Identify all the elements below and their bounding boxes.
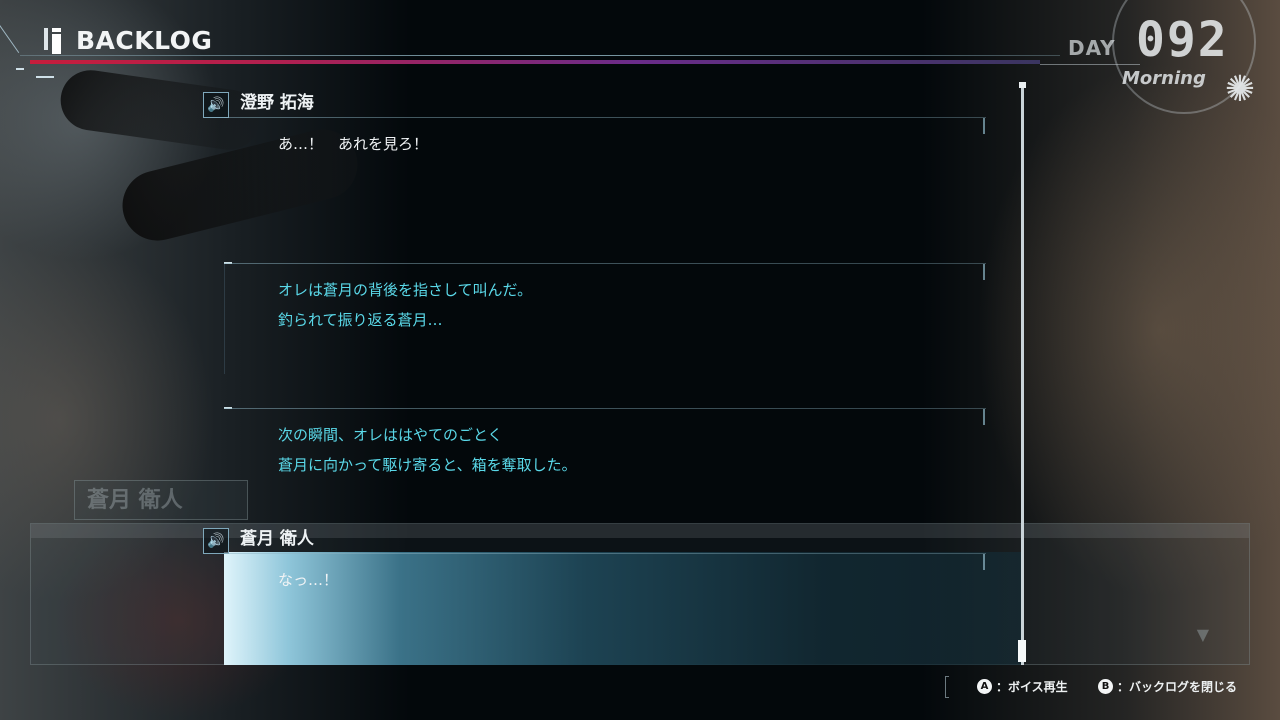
scrollbar-cap (1019, 82, 1026, 88)
entry-divider-tick (983, 409, 985, 425)
entry-divider (224, 408, 986, 409)
voice-replay-icon[interactable]: 🔊 (203, 528, 229, 554)
list-item-text[interactable]: 次の瞬間、オレははやてのごとく (278, 424, 503, 446)
entry-divider (224, 117, 986, 118)
speaker-name: 蒼月 衛人 (240, 529, 314, 549)
header-accent-bar (30, 60, 1040, 64)
entry-divider-tick (983, 554, 985, 570)
entry-divider (224, 553, 986, 554)
day-divider (1040, 64, 1140, 65)
header-decoration (16, 68, 24, 70)
time-of-day: Morning (1122, 68, 1206, 89)
selected-entry-highlight (224, 552, 1022, 665)
next-arrow-icon: ▼ (1196, 625, 1209, 644)
voice-replay-button[interactable]: A ：ボイス再生 (977, 674, 1068, 698)
day-indicator: DAY 092 Morning ✺ (1040, 0, 1280, 114)
close-backlog-label: ：バックログを閉じる (1117, 679, 1238, 694)
header-divider (20, 55, 1060, 56)
info-icon (44, 28, 64, 54)
voice-replay-icon[interactable]: 🔊 (203, 92, 229, 118)
entry-frame (224, 264, 225, 374)
list-item-text[interactable]: 蒼月に向かって駆け寄ると、箱を奪取した。 (278, 454, 577, 476)
entry-divider-tick (983, 264, 985, 280)
underlying-speaker-name: 蒼月 衛人 (74, 480, 248, 520)
day-number: 092 (1136, 12, 1229, 68)
list-item-text[interactable]: オレは蒼月の背後を指さして叫んだ。 (278, 279, 532, 301)
footer-bracket (945, 676, 949, 698)
entry-divider (224, 263, 986, 264)
list-item-text[interactable]: 釣られて振り返る蒼月… (278, 309, 443, 331)
entry-divider-tick (983, 118, 985, 134)
control-hints: A ：ボイス再生 B ：バックログを閉じる (945, 674, 1261, 698)
scrollbar-thumb[interactable] (1018, 640, 1026, 662)
a-button-icon: A (977, 678, 992, 694)
page-title: BACKLOG (76, 26, 213, 55)
list-item-text[interactable]: あ…！ あれを見ろ！ (278, 133, 428, 155)
header-decoration (0, 22, 20, 54)
list-item-text[interactable]: なっ…！ (278, 569, 338, 591)
day-label: DAY (1068, 36, 1116, 60)
scrollbar-track[interactable] (1021, 82, 1024, 665)
voice-replay-label: ：ボイス再生 (996, 679, 1068, 694)
b-button-icon: B (1098, 678, 1113, 694)
header-decoration (36, 76, 54, 78)
close-backlog-button[interactable]: B ：バックログを閉じる (1098, 674, 1237, 698)
speaker-name: 澄野 拓海 (240, 93, 314, 113)
sun-icon: ✺ (1224, 69, 1256, 110)
